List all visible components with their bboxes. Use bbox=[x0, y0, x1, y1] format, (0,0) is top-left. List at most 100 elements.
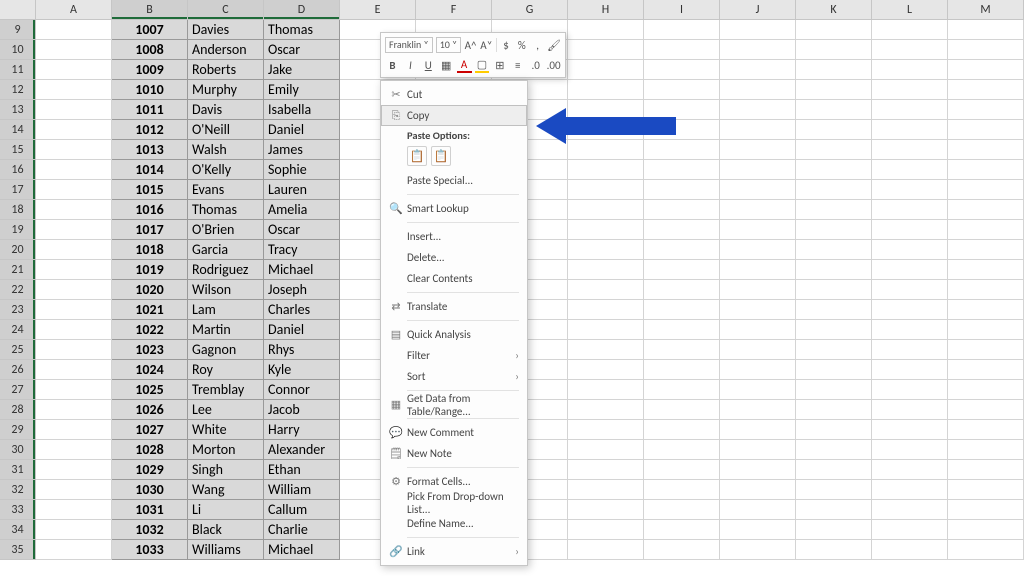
cell[interactable] bbox=[872, 360, 948, 380]
cell[interactable] bbox=[948, 260, 1024, 280]
cell[interactable]: Wilson bbox=[188, 280, 264, 300]
column-header-C[interactable]: C bbox=[188, 0, 264, 20]
row-header[interactable]: 17 bbox=[0, 180, 36, 200]
cell[interactable]: Emily bbox=[264, 80, 340, 100]
cell[interactable] bbox=[644, 500, 720, 520]
cell[interactable]: 1032 bbox=[112, 520, 188, 540]
cell[interactable] bbox=[36, 160, 112, 180]
cell[interactable] bbox=[948, 240, 1024, 260]
cell[interactable] bbox=[36, 40, 112, 60]
cell[interactable]: Roy bbox=[188, 360, 264, 380]
cell[interactable] bbox=[720, 140, 796, 160]
cell[interactable] bbox=[796, 140, 872, 160]
cell[interactable] bbox=[796, 180, 872, 200]
comma-format-button[interactable]: , bbox=[531, 39, 544, 52]
cell[interactable] bbox=[568, 80, 644, 100]
cell[interactable] bbox=[720, 280, 796, 300]
cell[interactable]: Li bbox=[188, 500, 264, 520]
cell[interactable] bbox=[36, 500, 112, 520]
cell[interactable] bbox=[948, 180, 1024, 200]
cell[interactable] bbox=[720, 200, 796, 220]
cell[interactable]: Oscar bbox=[264, 220, 340, 240]
cell[interactable]: James bbox=[264, 140, 340, 160]
cell[interactable]: White bbox=[188, 420, 264, 440]
row-header[interactable]: 33 bbox=[0, 500, 36, 520]
cell[interactable] bbox=[872, 200, 948, 220]
menu-smart-lookup[interactable]: 🔍 Smart Lookup bbox=[381, 198, 527, 219]
cell[interactable] bbox=[796, 540, 872, 560]
cell[interactable]: 1026 bbox=[112, 400, 188, 420]
menu-delete[interactable]: Delete... bbox=[381, 247, 527, 268]
cell[interactable]: Rhys bbox=[264, 340, 340, 360]
cell[interactable] bbox=[36, 200, 112, 220]
cell[interactable] bbox=[948, 520, 1024, 540]
cell[interactable] bbox=[644, 80, 720, 100]
cell[interactable] bbox=[36, 180, 112, 200]
cell[interactable] bbox=[720, 380, 796, 400]
cell[interactable] bbox=[872, 400, 948, 420]
percent-format-button[interactable]: % bbox=[515, 39, 528, 52]
cell[interactable] bbox=[644, 380, 720, 400]
cell[interactable] bbox=[948, 480, 1024, 500]
cell[interactable] bbox=[720, 440, 796, 460]
cell[interactable]: Evans bbox=[188, 180, 264, 200]
cell[interactable]: 1033 bbox=[112, 540, 188, 560]
cell[interactable] bbox=[948, 80, 1024, 100]
cell[interactable] bbox=[720, 300, 796, 320]
cell[interactable] bbox=[36, 380, 112, 400]
cell[interactable] bbox=[36, 540, 112, 560]
cell[interactable] bbox=[644, 60, 720, 80]
cell[interactable] bbox=[872, 220, 948, 240]
menu-link[interactable]: 🔗 Link bbox=[381, 541, 527, 562]
italic-button[interactable]: I bbox=[403, 59, 418, 72]
cell[interactable] bbox=[568, 480, 644, 500]
cell[interactable] bbox=[644, 460, 720, 480]
menu-quick-analysis[interactable]: ▤ Quick Analysis bbox=[381, 324, 527, 345]
cell[interactable] bbox=[720, 220, 796, 240]
cell[interactable]: Callum bbox=[264, 500, 340, 520]
cell[interactable] bbox=[872, 280, 948, 300]
cell[interactable]: Lee bbox=[188, 400, 264, 420]
cell[interactable] bbox=[796, 400, 872, 420]
cell[interactable] bbox=[36, 400, 112, 420]
cell[interactable] bbox=[948, 200, 1024, 220]
cell[interactable] bbox=[948, 540, 1024, 560]
cell[interactable]: Alexander bbox=[264, 440, 340, 460]
cell[interactable] bbox=[796, 60, 872, 80]
cell[interactable] bbox=[872, 60, 948, 80]
cell[interactable] bbox=[948, 360, 1024, 380]
cell[interactable] bbox=[36, 300, 112, 320]
cell[interactable] bbox=[720, 20, 796, 40]
column-header-H[interactable]: H bbox=[568, 0, 644, 20]
cell[interactable] bbox=[568, 220, 644, 240]
cell[interactable] bbox=[796, 460, 872, 480]
cell[interactable] bbox=[644, 440, 720, 460]
cell[interactable]: Williams bbox=[188, 540, 264, 560]
cell[interactable] bbox=[36, 260, 112, 280]
paste-button[interactable]: 📋 bbox=[407, 146, 427, 166]
cell[interactable]: Harry bbox=[264, 420, 340, 440]
cell[interactable]: Oscar bbox=[264, 40, 340, 60]
cell[interactable] bbox=[36, 320, 112, 340]
cell[interactable] bbox=[796, 160, 872, 180]
cell[interactable] bbox=[948, 400, 1024, 420]
cell[interactable]: Murphy bbox=[188, 80, 264, 100]
cell[interactable] bbox=[36, 100, 112, 120]
cell[interactable] bbox=[948, 420, 1024, 440]
cell[interactable]: 1008 bbox=[112, 40, 188, 60]
column-header-B[interactable]: B bbox=[112, 0, 188, 20]
cell[interactable] bbox=[796, 360, 872, 380]
cell[interactable]: 1021 bbox=[112, 300, 188, 320]
decrease-font-button[interactable]: A˅ bbox=[480, 39, 493, 52]
cell[interactable]: Davis bbox=[188, 100, 264, 120]
cell[interactable] bbox=[36, 280, 112, 300]
cell[interactable] bbox=[796, 340, 872, 360]
row-header[interactable]: 32 bbox=[0, 480, 36, 500]
cell[interactable] bbox=[720, 340, 796, 360]
cell[interactable]: 1013 bbox=[112, 140, 188, 160]
cell[interactable]: Amelia bbox=[264, 200, 340, 220]
cell[interactable]: 1007 bbox=[112, 20, 188, 40]
cell[interactable] bbox=[720, 80, 796, 100]
cell[interactable]: Michael bbox=[264, 260, 340, 280]
decrease-decimal-button[interactable]: .00 bbox=[546, 59, 561, 72]
